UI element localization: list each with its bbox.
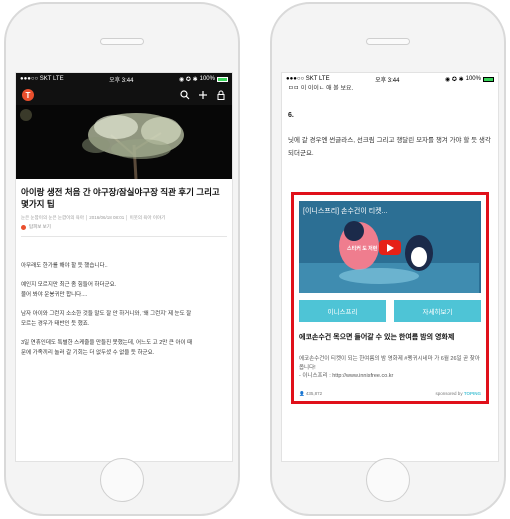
phone-screen-left: ●●●○○ SKT LTE 오후 3:44 ◉ ✪ ✱ 100% T 아이랑 생… [15, 72, 233, 462]
author-avatar-icon [21, 224, 26, 230]
paragraph: 3일 연휴인데도 특별한 스케줄을 만들진 못했는데, 어느도 고 2만 큰 아… [21, 340, 193, 356]
sponsor-label: sponsored by TOPING [435, 391, 481, 396]
ad-headline[interactable]: 에코손수건 목으면 들어갈 수 있는 한여름 밤의 영화제 [299, 332, 481, 343]
brand-button[interactable]: 이니스프리 [299, 300, 386, 322]
status-icons: ◉ ✪ ✱ [445, 76, 464, 83]
battery-percent: 100% [199, 76, 215, 82]
app-toolbar: T [16, 85, 232, 105]
ad-description: 에코손수건이 티켓이 되는 한여름의 밤 영화제 #펭귀시네마 가 6월 26일… [299, 356, 480, 379]
phone-frame-left: ●●●○○ SKT LTE 오후 3:44 ◉ ✪ ✱ 100% T 아이랑 생… [4, 2, 240, 516]
phone-frame-right: ●●●○○ SKT LTE 오후 3:44 ◉ ✪ ✱ 100% ㅁㅁ 이 이이… [270, 2, 506, 516]
home-button[interactable] [366, 458, 410, 502]
battery-icon [482, 76, 494, 82]
list-number: 6. [288, 112, 294, 119]
play-icon[interactable] [379, 240, 401, 255]
phone-screen-right: ●●●○○ SKT LTE 오후 3:44 ◉ ✪ ✱ 100% ㅁㅁ 이 이이… [281, 72, 499, 462]
video-player[interactable]: [이니스프리] 손수건이 티켓... 스티커 도 저런 거던! [299, 201, 481, 293]
clock: 오후 3:44 [109, 77, 134, 84]
article-meta: 눈은 눈깜이의 눈은 눈깜이의 육아 │ 2016/06/18 08:01 │ … [21, 215, 166, 220]
view-count: 435,872 [305, 390, 323, 396]
paragraph: 아무래도 한가를 해야 할 듯 했습니다.. [21, 263, 108, 269]
status-icons: ◉ ✪ ✱ [179, 76, 198, 83]
plus-icon[interactable] [198, 90, 208, 100]
paragraph: 남자 아이와 그런지 소소한 것들 말도 잘 안 하거니와, '왜 그런지' 제… [21, 311, 192, 327]
status-bar: ●●●○○ SKT LTE 오후 3:44 ◉ ✪ ✱ 100% [16, 73, 232, 85]
video-title: [이니스프리] 손수건이 티켓... [303, 208, 388, 215]
battery-icon [216, 76, 228, 82]
paragraph: 닛에 갈 경우엔 썬글라스, 선크림 그리고 챙달린 모자를 챙겨 가야 할 듯… [288, 137, 491, 157]
see-more-button[interactable]: 자세히보기 [394, 300, 481, 322]
divider [21, 236, 227, 237]
article-title: 아이랑 생전 처음 간 야구장/잠실야구장 직관 후기 그리고 몇가지 팁 [21, 187, 220, 209]
lock-icon[interactable] [216, 90, 226, 100]
cut-off-text: ㅁㅁ 이 이이ㄴ 애 볼 보요. [288, 86, 354, 90]
speaker-grille [100, 38, 144, 45]
app-logo-icon[interactable]: T [22, 89, 34, 101]
person-icon: 👤 [299, 390, 305, 396]
battery-percent: 100% [465, 76, 481, 82]
clock: 오후 3:44 [375, 77, 400, 84]
author-link[interactable]: 탑피보 보기 [29, 224, 51, 230]
paragraph: 예인지 모르지만 최근 좀 힘들어 하더군요. 물어 봐야 운봉귀만 합니다..… [21, 282, 117, 298]
carrier-label: ●●●○○ SKT LTE [20, 76, 64, 82]
speaker-grille [366, 38, 410, 45]
sponsored-ad-highlight: [이니스프리] 손수건이 티켓... 스티커 도 저런 거던! 이니스프리 자세… [291, 192, 489, 404]
grid-badge-icon [20, 109, 32, 121]
article-body: 아이랑 생전 처음 간 야구장/잠실야구장 직관 후기 그리고 몇가지 팁 눈은… [16, 179, 232, 358]
article-body: ㅁㅁ 이 이이ㄴ 애 볼 보요. 6. 닛에 갈 경우엔 썬글라스, 선크림 그… [282, 83, 498, 160]
sponsor-name: TOPING [463, 391, 481, 396]
carrier-label: ●●●○○ SKT LTE [286, 76, 330, 82]
search-icon[interactable] [180, 90, 190, 100]
hero-image-night-blossoms [16, 105, 232, 179]
home-button[interactable] [100, 458, 144, 502]
